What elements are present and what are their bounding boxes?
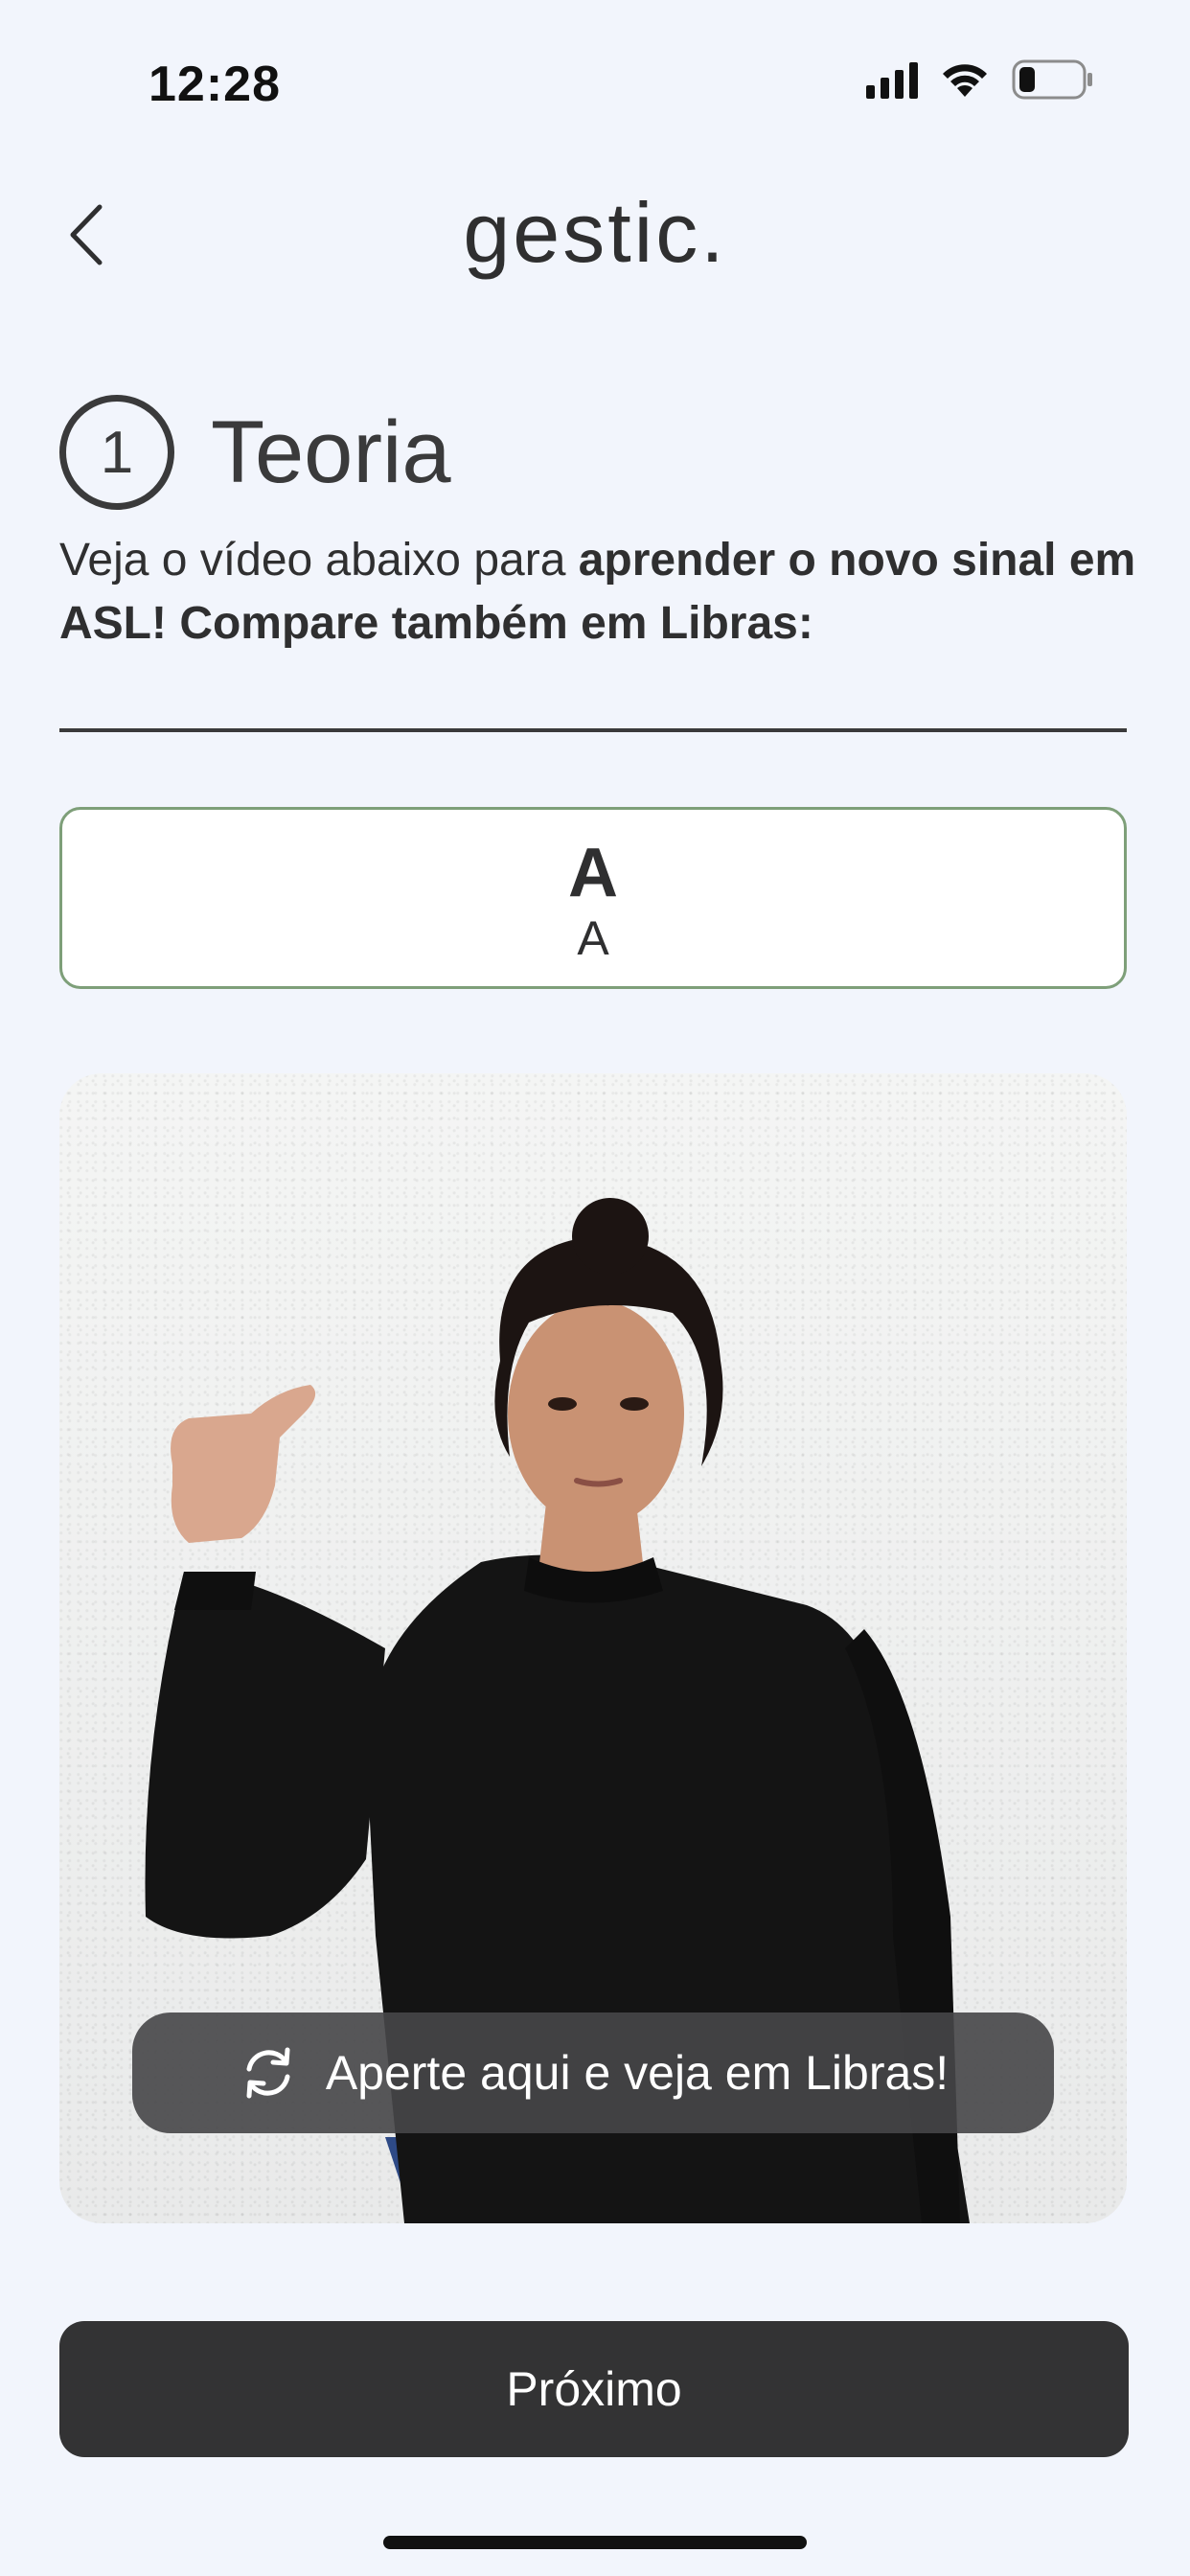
cellular-signal-icon bbox=[866, 60, 918, 99]
next-button[interactable]: Próximo bbox=[59, 2321, 1129, 2457]
next-button-label: Próximo bbox=[506, 2362, 682, 2416]
step-number-badge: 1 bbox=[59, 395, 174, 510]
status-time: 12:28 bbox=[149, 57, 281, 112]
battery-icon bbox=[1012, 59, 1092, 100]
header: gestic. bbox=[0, 163, 1190, 307]
view-in-libras-button[interactable]: Aperte aqui e veja em Libras! bbox=[132, 2012, 1054, 2133]
view-in-libras-label: Aperte aqui e veja em Libras! bbox=[325, 2046, 950, 2100]
wifi-icon bbox=[943, 64, 987, 97]
divider bbox=[59, 728, 1127, 732]
section-title: Teoria bbox=[211, 402, 451, 501]
instructions-text: Veja o vídeo abaixo para aprender o novo… bbox=[59, 529, 1142, 656]
asl-sign-letter: A bbox=[568, 835, 618, 911]
sign-video[interactable]: Aperte aqui e veja em Libras! bbox=[59, 1073, 1127, 2223]
screen: 12:28 gestic. 1 Teoria Veja o vídeo abai… bbox=[0, 0, 1190, 2576]
home-indicator bbox=[383, 2536, 807, 2549]
status-bar: 12:28 bbox=[0, 0, 1190, 144]
section-heading: 1 Teoria bbox=[59, 395, 451, 510]
sign-card: A A bbox=[59, 807, 1127, 989]
libras-sign-letter: A bbox=[577, 911, 609, 965]
refresh-icon bbox=[246, 2047, 290, 2099]
app-title: gestic. bbox=[463, 185, 727, 280]
status-icons bbox=[866, 59, 1094, 100]
instructions-regular: Veja o vídeo abaixo para bbox=[59, 535, 579, 586]
